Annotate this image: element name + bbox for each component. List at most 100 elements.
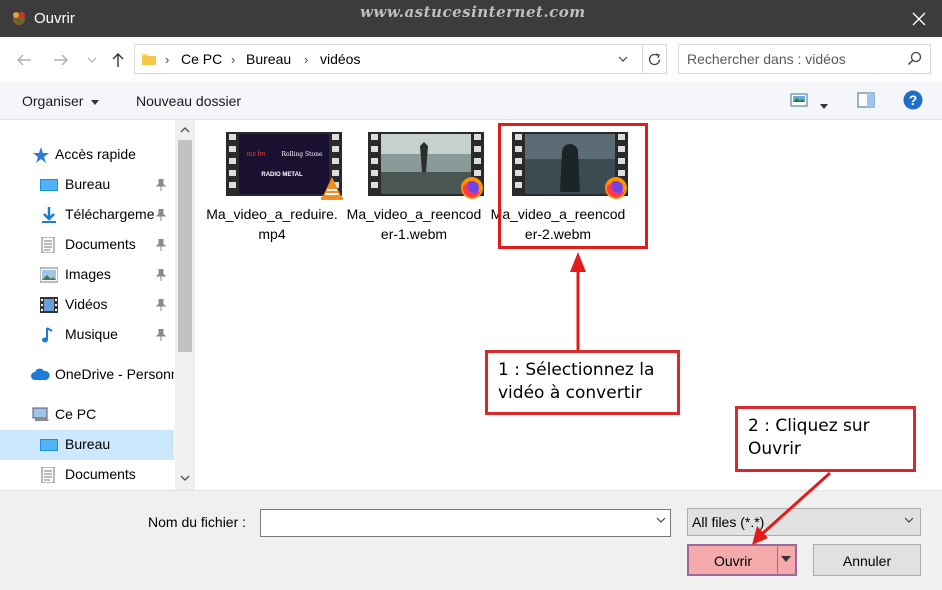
computer-icon	[32, 407, 50, 423]
nav-item-quick-access[interactable]: Accès rapide	[0, 140, 174, 170]
search-input[interactable]	[687, 50, 897, 68]
file-item[interactable]: oui fm Rolling Stone RADIO METAL Ma_vide…	[202, 124, 343, 244]
thumb-text: RADIO METAL	[261, 172, 303, 178]
nav-label: Images	[65, 266, 111, 282]
folder-icon	[141, 51, 157, 70]
nav-label: Vidéos	[65, 296, 108, 312]
nav-item-music[interactable]: Musique	[0, 320, 174, 350]
nav-item-downloads[interactable]: Téléchargements	[0, 200, 174, 230]
file-type-value: All files (*.*)	[692, 514, 765, 530]
up-button[interactable]	[106, 48, 130, 72]
command-bar: Organiser Nouveau dossier ?	[0, 82, 942, 120]
nav-label: Musique	[65, 326, 118, 342]
pin-icon	[155, 328, 167, 344]
refresh-icon	[648, 52, 661, 65]
close-button[interactable]	[896, 0, 942, 37]
pin-icon	[155, 268, 167, 284]
breadcrumb-ce-pc[interactable]: Ce PC	[181, 51, 222, 67]
nav-item-documents-pc[interactable]: Documents	[0, 460, 174, 490]
navigation-pane: Accès rapide Bureau Téléchargements Docu…	[0, 120, 196, 490]
new-folder-button[interactable]: Nouveau dossier	[136, 93, 241, 109]
scroll-down-button[interactable]	[175, 468, 195, 488]
pin-icon	[155, 208, 167, 224]
breadcrumb-videos[interactable]: vidéos	[320, 51, 360, 67]
nav-label: Ce PC	[55, 406, 97, 422]
nav-label: Documents	[65, 466, 136, 482]
download-icon	[40, 207, 58, 223]
forward-button[interactable]	[49, 48, 73, 72]
filename-label: Nom du fichier :	[148, 514, 247, 530]
document-icon	[40, 236, 58, 254]
chevron-down-icon	[618, 56, 628, 62]
search-box[interactable]	[678, 44, 931, 74]
preview-pane-button[interactable]	[857, 91, 875, 112]
caret-down-icon	[91, 99, 100, 105]
chevron-down-icon	[180, 475, 190, 481]
chevron-right-icon: ›	[231, 52, 236, 67]
address-dropdown-button[interactable]	[614, 44, 632, 74]
nav-label: Documents	[65, 236, 136, 252]
nav-item-onedrive[interactable]: OneDrive - Personnel	[0, 360, 174, 390]
arrow-left-icon	[17, 54, 31, 66]
nav-item-this-pc[interactable]: Ce PC	[0, 400, 174, 430]
chevron-down-icon	[87, 57, 97, 63]
recent-locations-button[interactable]	[80, 48, 104, 72]
watermark: www.astucesinternet.com	[360, 3, 586, 21]
arrow-up-icon	[112, 53, 124, 67]
nav-label: Accès rapide	[55, 146, 136, 162]
caret-down-icon	[820, 104, 828, 109]
nav-item-desktop-selected[interactable]: Bureau	[0, 430, 174, 460]
split-divider	[777, 546, 778, 574]
nav-item-documents[interactable]: Documents	[0, 230, 174, 260]
firefox-icon	[461, 177, 483, 199]
open-button[interactable]: Ouvrir	[687, 544, 797, 576]
breadcrumb-bureau[interactable]: Bureau	[246, 51, 291, 67]
nav-label: Bureau	[65, 176, 111, 192]
preview-pane-icon	[857, 92, 875, 108]
title-bar: Ouvrir www.astucesinternet.com	[0, 0, 942, 37]
film-icon	[40, 297, 58, 313]
desktop-icon	[40, 177, 58, 193]
arrow-right-icon	[54, 54, 68, 66]
svg-text:?: ?	[909, 92, 918, 108]
address-bar[interactable]: › Ce PC › Bureau › vidéos	[134, 44, 667, 74]
scroll-thumb[interactable]	[178, 140, 192, 352]
window-title: Ouvrir	[34, 10, 75, 27]
caret-down-icon[interactable]	[781, 556, 791, 562]
filename-combobox[interactable]	[260, 509, 671, 537]
file-name: Ma_video_a_reduire.mp4	[206, 206, 338, 242]
back-button[interactable]	[12, 48, 36, 72]
chevron-down-icon	[904, 517, 914, 523]
chevron-right-icon: ›	[165, 52, 170, 67]
thumb-text: oui fm	[246, 151, 265, 158]
music-icon	[40, 327, 58, 343]
file-item[interactable]: Ma_video_a_reencoder-1.webm	[344, 124, 484, 244]
chevron-down-icon[interactable]	[656, 517, 666, 523]
help-icon: ?	[903, 90, 923, 110]
organize-button[interactable]: Organiser	[22, 93, 100, 109]
cancel-label: Annuler	[842, 553, 892, 569]
view-options-button[interactable]	[820, 96, 828, 112]
search-icon[interactable]	[907, 51, 922, 69]
nav-item-videos[interactable]: Vidéos	[0, 290, 174, 320]
vlc-icon	[321, 177, 343, 200]
view-mode-button[interactable]	[790, 91, 808, 112]
app-icon	[10, 9, 28, 27]
nav-scrollbar[interactable]	[175, 120, 195, 490]
help-button[interactable]: ?	[903, 90, 923, 113]
navigation-bar: › Ce PC › Bureau › vidéos	[0, 37, 942, 82]
scroll-up-button[interactable]	[175, 120, 195, 140]
file-type-select[interactable]: All files (*.*)	[687, 508, 921, 536]
chevron-up-icon	[180, 127, 190, 133]
dialog-footer: Nom du fichier : All files (*.*) Ouvrir …	[0, 490, 942, 590]
open-label: Ouvrir	[713, 553, 753, 569]
star-icon	[32, 147, 50, 163]
cloud-icon	[30, 367, 50, 383]
cancel-button[interactable]: Annuler	[813, 544, 921, 576]
nav-item-desktop[interactable]: Bureau	[0, 170, 174, 200]
nav-item-images[interactable]: Images	[0, 260, 174, 290]
filename-input[interactable]	[265, 514, 645, 532]
thumb-text: Rolling Stone	[281, 151, 322, 158]
refresh-button[interactable]	[642, 44, 666, 74]
pin-icon	[155, 238, 167, 254]
